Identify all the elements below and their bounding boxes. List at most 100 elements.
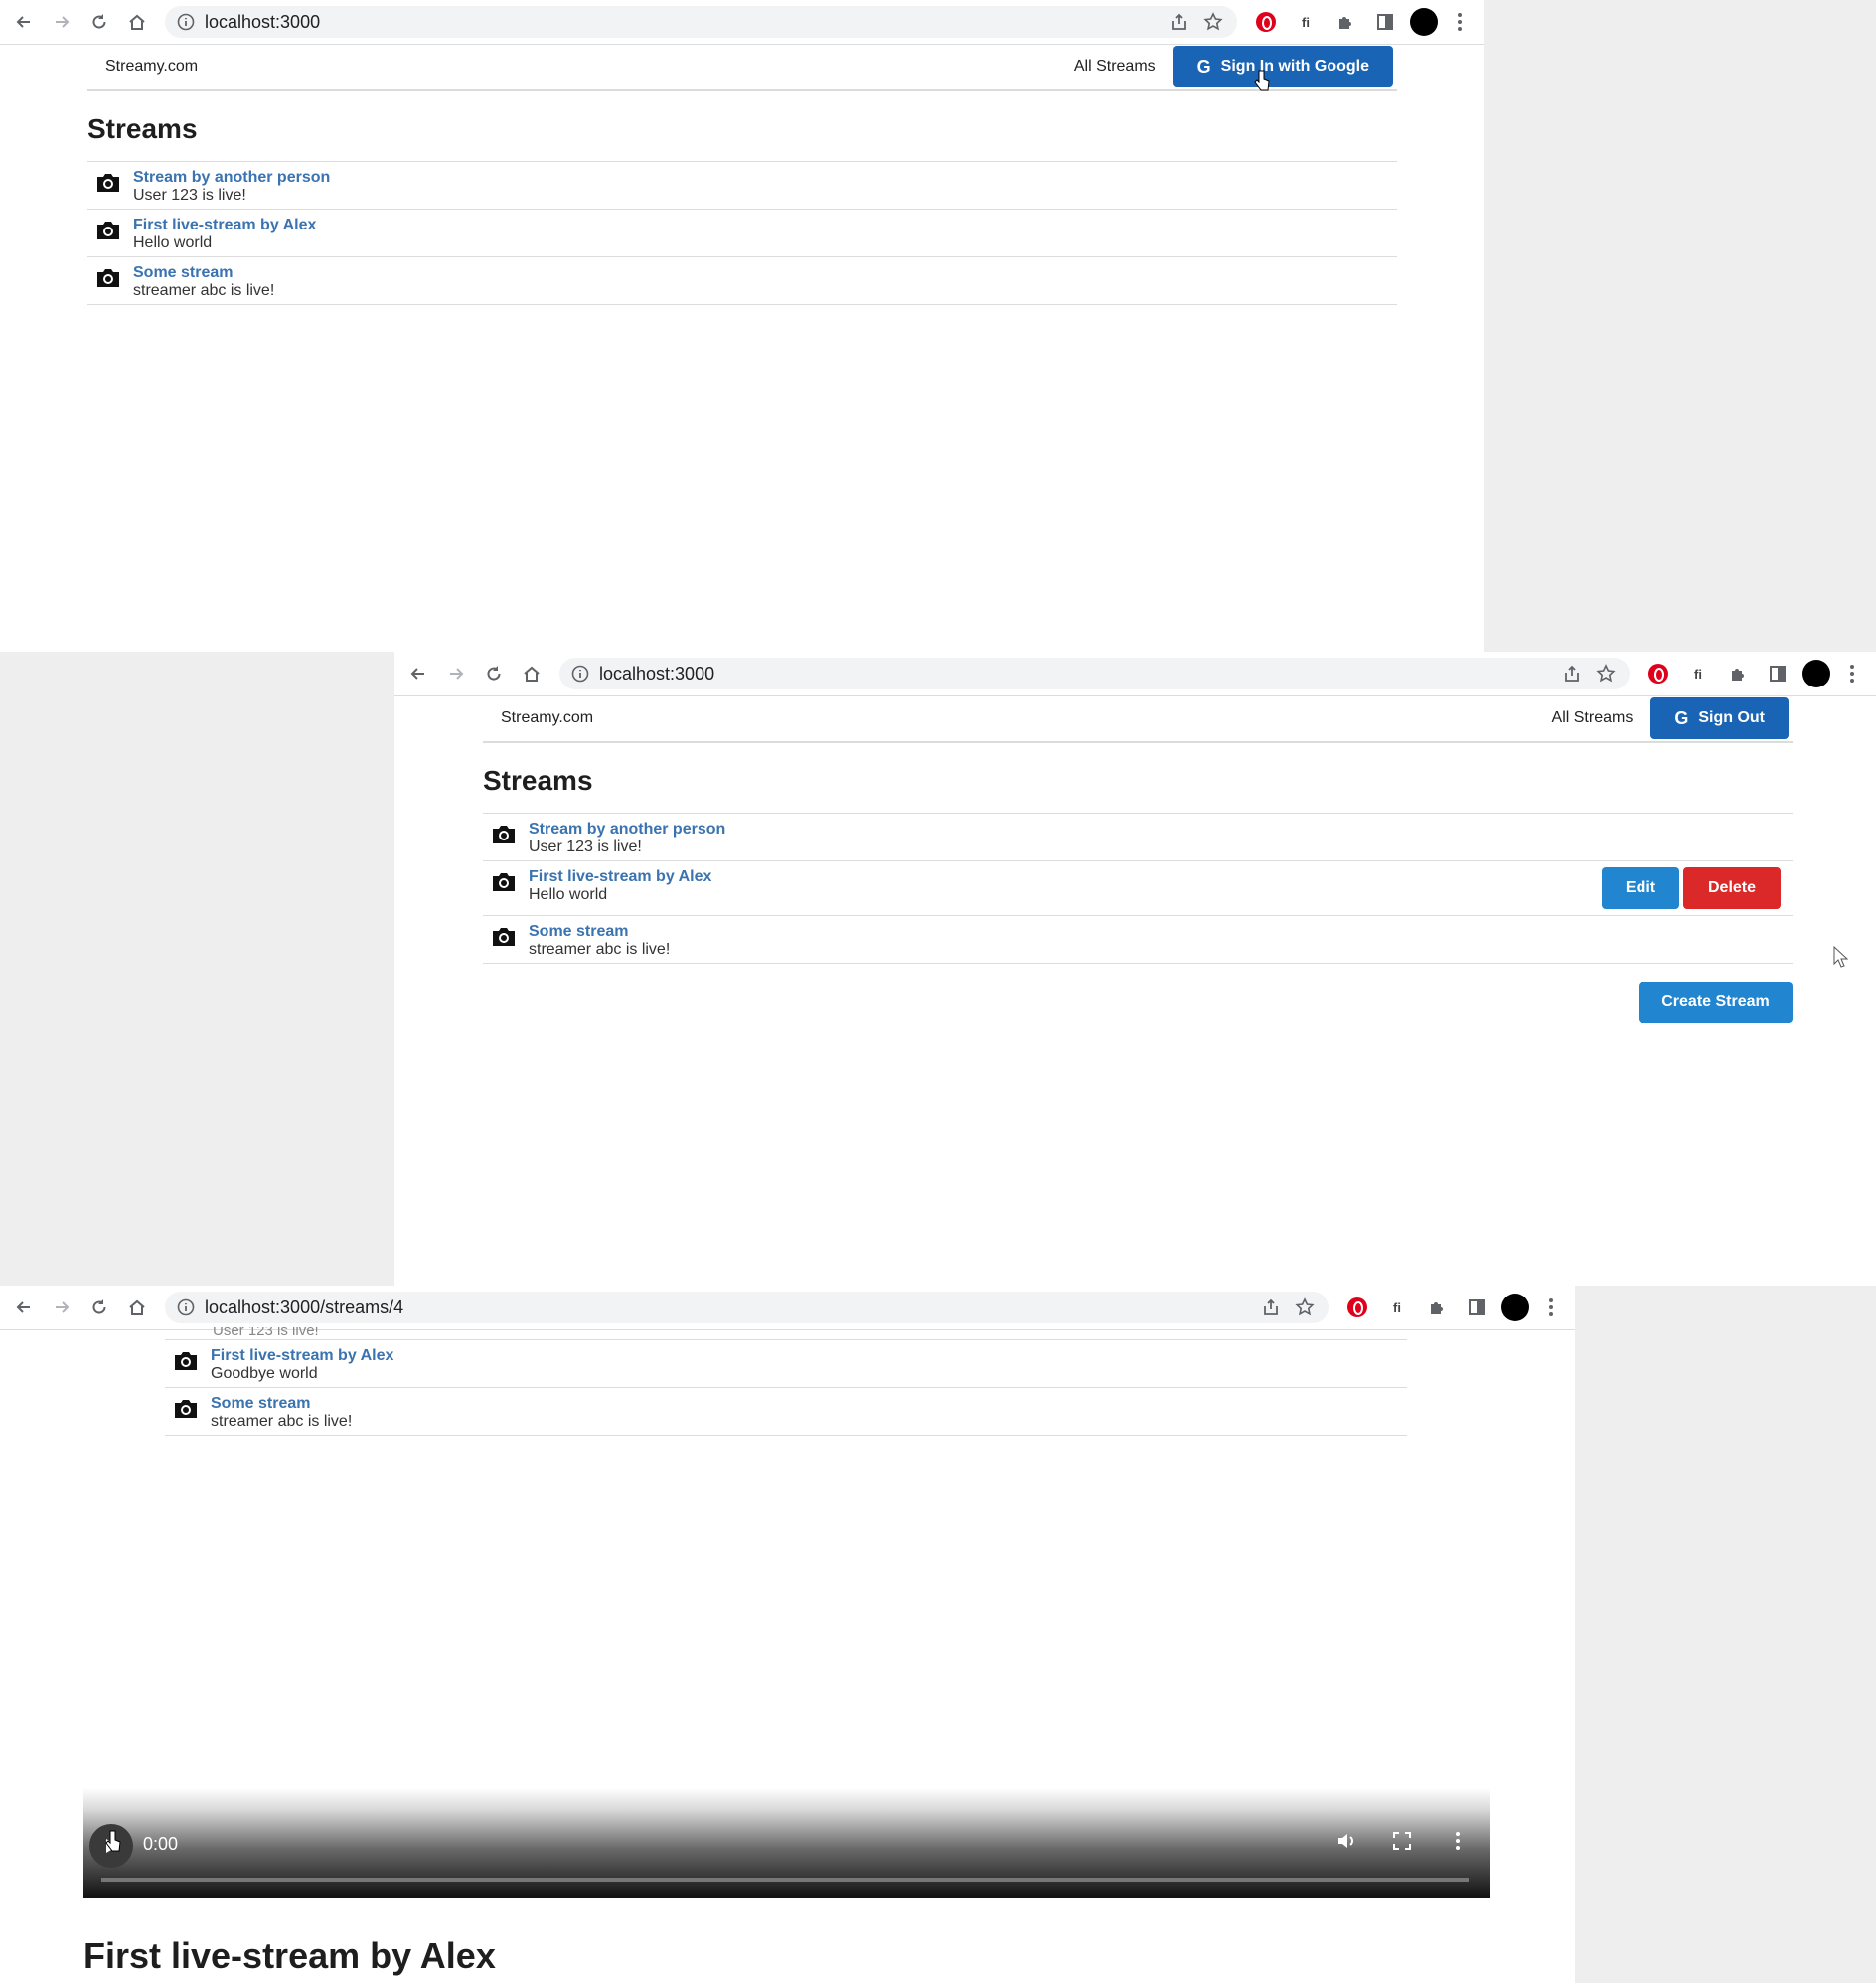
- share-icon[interactable]: [1261, 1297, 1281, 1317]
- edit-button[interactable]: Edit: [1602, 867, 1679, 909]
- stream-title-link[interactable]: Some stream: [211, 1394, 352, 1413]
- stream-title-link[interactable]: Some stream: [133, 263, 274, 282]
- stream-description: streamer abc is live!: [211, 1413, 353, 1430]
- stream-list: Stream by another person User 123 is liv…: [483, 813, 1793, 964]
- sign-in-google-button[interactable]: G Sign In with Google: [1172, 46, 1393, 87]
- opera-extension-icon[interactable]: [1346, 1297, 1368, 1318]
- stream-item: First live-stream by Alex Hello world: [87, 210, 1397, 257]
- star-icon[interactable]: [1203, 12, 1223, 32]
- clipped-description: User 123 is live!: [213, 1327, 319, 1335]
- forward-button[interactable]: [48, 8, 76, 36]
- stream-title-link[interactable]: First live-stream by Alex: [133, 216, 316, 234]
- browser-menu-icon[interactable]: [1450, 13, 1470, 31]
- home-button[interactable]: [123, 1294, 151, 1321]
- puzzle-extensions-icon[interactable]: [1334, 11, 1356, 33]
- stream-actions: Edit Delete: [1602, 867, 1781, 909]
- all-streams-link[interactable]: All Streams: [1552, 709, 1634, 727]
- create-row: Create Stream: [483, 982, 1793, 1023]
- page-title: Streams: [483, 765, 593, 796]
- stream-show-title: First live-stream by Alex: [83, 1935, 496, 1976]
- side-panel-icon[interactable]: [1466, 1297, 1487, 1318]
- side-panel-icon[interactable]: [1374, 11, 1396, 33]
- address-bar[interactable]: localhost:3000: [165, 6, 1237, 38]
- stream-item: First live-stream by Alex Goodbye world: [165, 1340, 1407, 1388]
- star-icon[interactable]: [1295, 1297, 1315, 1317]
- profile-avatar[interactable]: [1410, 8, 1438, 36]
- camera-icon: [173, 1398, 199, 1420]
- stream-title-link[interactable]: Stream by another person: [529, 820, 725, 839]
- stream-title-link[interactable]: First live-stream by Alex: [529, 867, 711, 886]
- info-icon: [177, 13, 195, 31]
- opera-extension-icon[interactable]: [1647, 663, 1669, 685]
- browser-menu-icon[interactable]: [1842, 665, 1862, 683]
- google-icon: G: [1674, 707, 1689, 728]
- side-panel-icon[interactable]: [1767, 663, 1789, 685]
- puzzle-extensions-icon[interactable]: [1426, 1297, 1448, 1318]
- stream-item: Stream by another person User 123 is liv…: [483, 814, 1793, 861]
- reload-button[interactable]: [480, 660, 508, 687]
- sign-in-label: Sign In with Google: [1220, 58, 1369, 75]
- address-bar[interactable]: localhost:3000: [559, 658, 1630, 689]
- video-progress-bar[interactable]: [101, 1878, 1469, 1882]
- back-button[interactable]: [10, 1294, 38, 1321]
- hand-cursor-icon: [105, 1830, 121, 1852]
- google-icon: G: [1196, 56, 1211, 76]
- browser-window-signed-in: localhost:3000 fi Streamy.com All Stream…: [394, 652, 1876, 1286]
- stream-title-link[interactable]: First live-stream by Alex: [211, 1346, 393, 1365]
- back-button[interactable]: [10, 8, 38, 36]
- home-button[interactable]: [123, 8, 151, 36]
- app-navbar: Streamy.com All Streams G Sign Out: [483, 695, 1793, 743]
- app-page: Streamy.com All Streams G Sign In with G…: [87, 44, 1397, 305]
- brand-link[interactable]: Streamy.com: [105, 58, 198, 76]
- share-icon[interactable]: [1170, 12, 1189, 32]
- arrow-cursor-icon: [1833, 946, 1849, 968]
- star-icon[interactable]: [1596, 664, 1616, 684]
- fi-extension-icon[interactable]: fi: [1386, 1297, 1408, 1318]
- all-streams-link[interactable]: All Streams: [1074, 58, 1156, 76]
- fullscreen-icon[interactable]: [1391, 1830, 1413, 1852]
- video-player[interactable]: 0:00: [83, 1788, 1490, 1898]
- video-time: 0:00: [143, 1834, 179, 1854]
- fi-extension-icon[interactable]: fi: [1295, 11, 1317, 33]
- browser-toolbar: localhost:3000 fi: [394, 652, 1876, 696]
- info-icon: [571, 665, 589, 683]
- forward-button[interactable]: [48, 1294, 76, 1321]
- sign-out-button[interactable]: G Sign Out: [1650, 697, 1789, 739]
- stream-description: Goodbye world: [211, 1365, 318, 1382]
- url-text: localhost:3000/streams/4: [205, 1297, 404, 1317]
- sign-out-label: Sign Out: [1698, 709, 1765, 726]
- camera-icon: [95, 220, 121, 241]
- reload-button[interactable]: [85, 1294, 113, 1321]
- create-stream-button[interactable]: Create Stream: [1639, 982, 1793, 1023]
- volume-icon[interactable]: [1335, 1830, 1357, 1852]
- reload-button[interactable]: [85, 8, 113, 36]
- forward-button[interactable]: [442, 660, 470, 687]
- stream-title-link[interactable]: Stream by another person: [133, 168, 330, 187]
- puzzle-extensions-icon[interactable]: [1727, 663, 1749, 685]
- opera-extension-icon[interactable]: [1255, 11, 1277, 33]
- fi-extension-icon[interactable]: fi: [1687, 663, 1709, 685]
- address-bar[interactable]: localhost:3000/streams/4: [165, 1292, 1329, 1323]
- browser-toolbar: localhost:3000/streams/4 fi: [0, 1286, 1575, 1330]
- stream-description: streamer abc is live!: [133, 282, 275, 299]
- stream-list: Stream by another person User 123 is liv…: [87, 161, 1397, 305]
- stream-title-link[interactable]: Some stream: [529, 922, 670, 941]
- camera-icon: [173, 1350, 199, 1372]
- share-icon[interactable]: [1562, 664, 1582, 684]
- profile-avatar[interactable]: [1802, 660, 1830, 687]
- app-page: First live-stream by Alex Goodbye world …: [165, 1339, 1407, 1436]
- browser-menu-icon[interactable]: [1541, 1298, 1561, 1316]
- forward-icon: [56, 1301, 70, 1313]
- delete-button[interactable]: Delete: [1683, 867, 1781, 909]
- back-icon: [16, 1301, 30, 1313]
- back-button[interactable]: [404, 660, 432, 687]
- back-icon: [16, 16, 30, 28]
- home-button[interactable]: [518, 660, 546, 687]
- brand-link[interactable]: Streamy.com: [501, 709, 593, 727]
- url-text: localhost:3000: [205, 11, 321, 32]
- page-title: Streams: [87, 113, 198, 144]
- stream-item: Some stream streamer abc is live!: [483, 916, 1793, 964]
- camera-icon: [491, 871, 517, 893]
- more-icon[interactable]: [1447, 1830, 1469, 1852]
- profile-avatar[interactable]: [1501, 1294, 1529, 1321]
